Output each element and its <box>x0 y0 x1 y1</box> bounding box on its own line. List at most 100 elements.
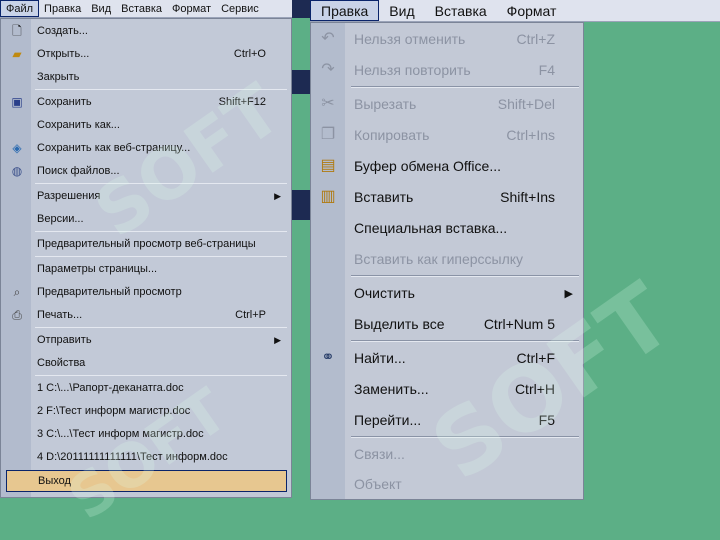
menu-item-label: Сохранить <box>37 96 92 108</box>
menu-item-label: Поиск файлов... <box>37 165 120 177</box>
menu-separator <box>35 375 287 376</box>
menu-item-label: Объект <box>354 476 402 492</box>
menu-item-label: Свойства <box>37 357 86 369</box>
menu-item-save-as[interactable]: Сохранить как... <box>1 114 291 136</box>
menu-item-label: Буфер обмена Office... <box>354 158 501 174</box>
new-document-icon: 🗋 <box>12 24 22 38</box>
menu-item-label: Специальная вставка... <box>354 220 508 236</box>
menu-item-copy[interactable]: ❐ Копировать Ctrl+Ins <box>311 121 583 149</box>
menubar-item-format[interactable]: Формат <box>497 0 567 21</box>
menu-item-find[interactable]: ⚭ Найти... Ctrl+F <box>311 344 583 372</box>
menu-item-links[interactable]: Связи... <box>311 440 583 468</box>
menu-item-undo[interactable]: ↶ Нельзя отменить Ctrl+Z <box>311 25 583 53</box>
menu-item-label: Выход <box>38 475 71 487</box>
submenu-arrow-icon: ▶ <box>564 287 573 300</box>
menu-item-page-setup[interactable]: Параметры страницы... <box>1 258 291 280</box>
menu-item-versions[interactable]: Версии... <box>1 208 291 230</box>
menu-item-replace[interactable]: Заменить... Ctrl+H <box>311 375 583 403</box>
menu-item-shortcut: Ctrl+O <box>233 48 266 60</box>
binoculars-icon: ⚭ <box>321 349 335 366</box>
paste-icon: ▥ <box>320 188 336 205</box>
menu-item-label: 1 C:\...\Рапорт-деканатга.doc <box>37 382 184 394</box>
menubar-item-format[interactable]: Формат <box>167 0 216 17</box>
menu-item-label: Создать... <box>37 25 88 37</box>
menu-item-exit[interactable]: Выход <box>6 470 287 492</box>
menu-separator <box>35 256 287 257</box>
right-menubar: Правка Вид Вставка Формат <box>310 0 720 22</box>
menubar-item-file[interactable]: Файл <box>0 0 40 17</box>
file-search-icon: ◍ <box>11 164 23 178</box>
menu-item-close[interactable]: Закрыть <box>1 66 291 88</box>
menubar-item-edit[interactable]: Правка <box>39 0 86 17</box>
menu-item-open[interactable]: ▰ Открыть... Ctrl+O <box>1 43 291 65</box>
menu-separator <box>35 327 287 328</box>
menu-item-recent-file-3[interactable]: 3 C:\...\Тест информ магистр.doc <box>1 423 291 445</box>
office-clipboard-icon: ▤ <box>320 157 336 174</box>
menu-item-label: Предварительный просмотр веб-страницы <box>37 238 256 250</box>
menu-separator <box>35 231 287 232</box>
menu-item-shortcut: F4 <box>538 62 555 78</box>
menu-item-label: Закрыть <box>37 71 80 83</box>
menu-item-label: Найти... <box>354 350 406 366</box>
menu-item-shortcut: Ctrl+Num 5 <box>483 316 555 332</box>
menu-item-go-to[interactable]: Перейти... F5 <box>311 406 583 434</box>
menubar-item-edit[interactable]: Правка <box>310 0 380 21</box>
menu-item-label: Параметры страницы... <box>37 263 158 275</box>
menu-item-object[interactable]: Объект <box>311 470 583 498</box>
submenu-arrow-icon: ▶ <box>274 190 281 201</box>
menu-item-recent-file-1[interactable]: 1 C:\...\Рапорт-деканатга.doc <box>1 377 291 399</box>
menu-item-shortcut: Ctrl+P <box>235 309 266 321</box>
menu-item-save-as-web[interactable]: ◈ Сохранить как веб-страницу... <box>1 137 291 159</box>
menu-item-clear[interactable]: Очистить ▶ <box>311 279 583 307</box>
menu-item-properties[interactable]: Свойства <box>1 352 291 374</box>
menu-item-label: Сохранить как веб-страницу... <box>37 142 191 154</box>
menu-item-label: Разрешения <box>37 190 101 202</box>
submenu-arrow-icon: ▶ <box>274 334 281 345</box>
menu-item-send[interactable]: Отправить ▶ <box>1 329 291 351</box>
menu-item-office-clipboard[interactable]: ▤ Буфер обмена Office... <box>311 152 583 180</box>
menu-item-select-all[interactable]: Выделить все Ctrl+Num 5 <box>311 310 583 338</box>
menu-item-web-preview[interactable]: Предварительный просмотр веб-страницы <box>1 233 291 255</box>
menu-item-label: Вырезать <box>354 96 417 112</box>
menu-item-label: Предварительный просмотр <box>37 286 182 298</box>
menu-item-cut[interactable]: ✂ Вырезать Shift+Del <box>311 90 583 118</box>
menu-item-new[interactable]: 🗋 Создать... <box>1 20 291 42</box>
left-menubar: Файл Правка Вид Вставка Формат Сервис <box>0 0 292 18</box>
menu-separator <box>35 89 287 90</box>
undo-icon: ↶ <box>321 30 335 47</box>
menu-item-paste[interactable]: ▥ Вставить Shift+Ins <box>311 183 583 211</box>
menu-item-shortcut: Ctrl+F <box>516 350 556 366</box>
menu-item-label: Сохранить как... <box>37 119 120 131</box>
menu-item-file-search[interactable]: ◍ Поиск файлов... <box>1 160 291 182</box>
menu-item-recent-file-2[interactable]: 2 F:\Тест информ магистр.doc <box>1 400 291 422</box>
menu-item-print[interactable]: ⎙ Печать... Ctrl+P <box>1 304 291 326</box>
menu-item-label: Открыть... <box>37 48 90 60</box>
menu-item-recent-file-4[interactable]: 4 D:\20111111111111\Тест информ.doc <box>1 446 291 468</box>
menubar-item-insert[interactable]: Вставка <box>116 0 167 17</box>
menubar-item-insert[interactable]: Вставка <box>425 0 497 21</box>
menu-item-redo[interactable]: ↷ Нельзя повторить F4 <box>311 56 583 84</box>
menu-item-label: Заменить... <box>354 381 429 397</box>
save-disk-icon: ▣ <box>11 95 23 109</box>
menu-item-shortcut: Shift+Del <box>497 96 555 112</box>
menubar-item-view[interactable]: Вид <box>86 0 116 17</box>
menu-item-label: Перейти... <box>354 412 422 428</box>
print-preview-icon: ⌕ <box>13 285 21 299</box>
menu-item-label: 3 C:\...\Тест информ магистр.doc <box>37 428 204 440</box>
menu-item-label: Выделить все <box>354 316 445 332</box>
menubar-item-tools[interactable]: Сервис <box>216 0 264 17</box>
window-strip <box>292 70 310 94</box>
menu-item-label: Печать... <box>37 309 83 321</box>
menu-item-print-preview[interactable]: ⌕ Предварительный просмотр <box>1 281 291 303</box>
menu-item-paste-special[interactable]: Специальная вставка... <box>311 214 583 242</box>
menu-item-paste-as-hyperlink[interactable]: Вставить как гиперссылку <box>311 245 583 273</box>
menu-item-permissions[interactable]: Разрешения ▶ <box>1 185 291 207</box>
menu-item-label: Отправить <box>37 334 92 346</box>
menu-item-shortcut: Shift+Ins <box>500 189 555 205</box>
menubar-item-view[interactable]: Вид <box>379 0 424 21</box>
menu-item-save[interactable]: ▣ Сохранить Shift+F12 <box>1 91 291 113</box>
scissors-icon: ✂ <box>321 95 335 112</box>
menu-item-label: 2 F:\Тест информ магистр.doc <box>37 405 191 417</box>
menu-item-shortcut: F5 <box>538 412 555 428</box>
menu-separator <box>351 436 579 438</box>
